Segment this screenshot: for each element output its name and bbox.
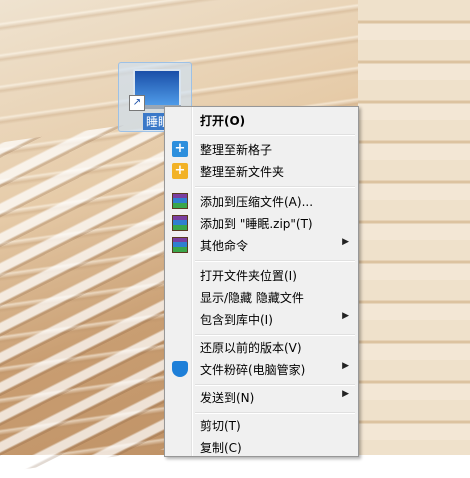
menu-item-label: 打开(O) [200, 114, 246, 128]
shortcut-arrow-icon: ↗ [129, 95, 145, 111]
menu-item-restore-previous-versions[interactable]: 还原以前的版本(V) [167, 336, 355, 358]
submenu-arrow-icon: ▶ [342, 389, 349, 399]
submenu-arrow-icon: ▶ [342, 361, 349, 371]
submenu-arrow-icon: ▶ [342, 237, 349, 247]
context-menu: 打开(O) + 整理至新格子 + 整理至新文件夹 添加到压缩文件(A)... 添… [164, 106, 359, 457]
menu-item-include-in-library[interactable]: 包含到库中(I) ▶ [167, 308, 355, 330]
menu-item-label: 整理至新格子 [200, 143, 273, 157]
menu-item-toggle-hidden-files[interactable]: 显示/隐藏 隐藏文件 [167, 286, 355, 308]
menu-item-organize-new-folder[interactable]: + 整理至新文件夹 [167, 160, 355, 182]
plus-blue-icon: + [172, 141, 188, 157]
menu-separator [195, 186, 355, 188]
menu-item-add-to-archive[interactable]: 添加到压缩文件(A)... [167, 190, 355, 212]
winrar-icon [172, 237, 188, 253]
menu-item-label: 复制(C) [200, 441, 242, 455]
menu-item-organize-new-grid[interactable]: + 整理至新格子 [167, 138, 355, 160]
menu-item-label: 打开文件夹位置(I) [200, 269, 297, 283]
shield-icon [172, 361, 188, 377]
menu-item-file-shredder[interactable]: 文件粉碎(电脑管家) ▶ [167, 358, 355, 380]
submenu-arrow-icon: ▶ [342, 311, 349, 321]
menu-item-other-commands[interactable]: 其他命令 ▶ [167, 234, 355, 256]
menu-item-send-to[interactable]: 发送到(N) ▶ [167, 386, 355, 408]
menu-item-add-to-zip[interactable]: 添加到 "睡眠.zip"(T) [167, 212, 355, 234]
menu-separator [195, 134, 355, 136]
winrar-icon [172, 215, 188, 231]
menu-item-label: 还原以前的版本(V) [200, 341, 302, 355]
menu-item-cut[interactable]: 剪切(T) [167, 414, 355, 436]
menu-item-label: 剪切(T) [200, 419, 241, 433]
plus-gold-icon: + [172, 163, 188, 179]
wallpaper-wall [358, 0, 470, 455]
menu-item-label: 添加到 "睡眠.zip"(T) [200, 217, 313, 231]
menu-item-label: 添加到压缩文件(A)... [200, 195, 314, 209]
menu-item-label: 显示/隐藏 隐藏文件 [200, 291, 304, 305]
winrar-icon [172, 193, 188, 209]
menu-item-label: 包含到库中(I) [200, 313, 273, 327]
menu-item-label: 发送到(N) [200, 391, 255, 405]
menu-item-label: 整理至新文件夹 [200, 165, 285, 179]
menu-item-label: 其他命令 [200, 239, 249, 253]
menu-item-label: 文件粉碎(电脑管家) [200, 363, 306, 377]
menu-item-open[interactable]: 打开(O) [167, 109, 355, 131]
menu-item-open-folder-location[interactable]: 打开文件夹位置(I) [167, 264, 355, 286]
menu-separator [195, 260, 355, 262]
